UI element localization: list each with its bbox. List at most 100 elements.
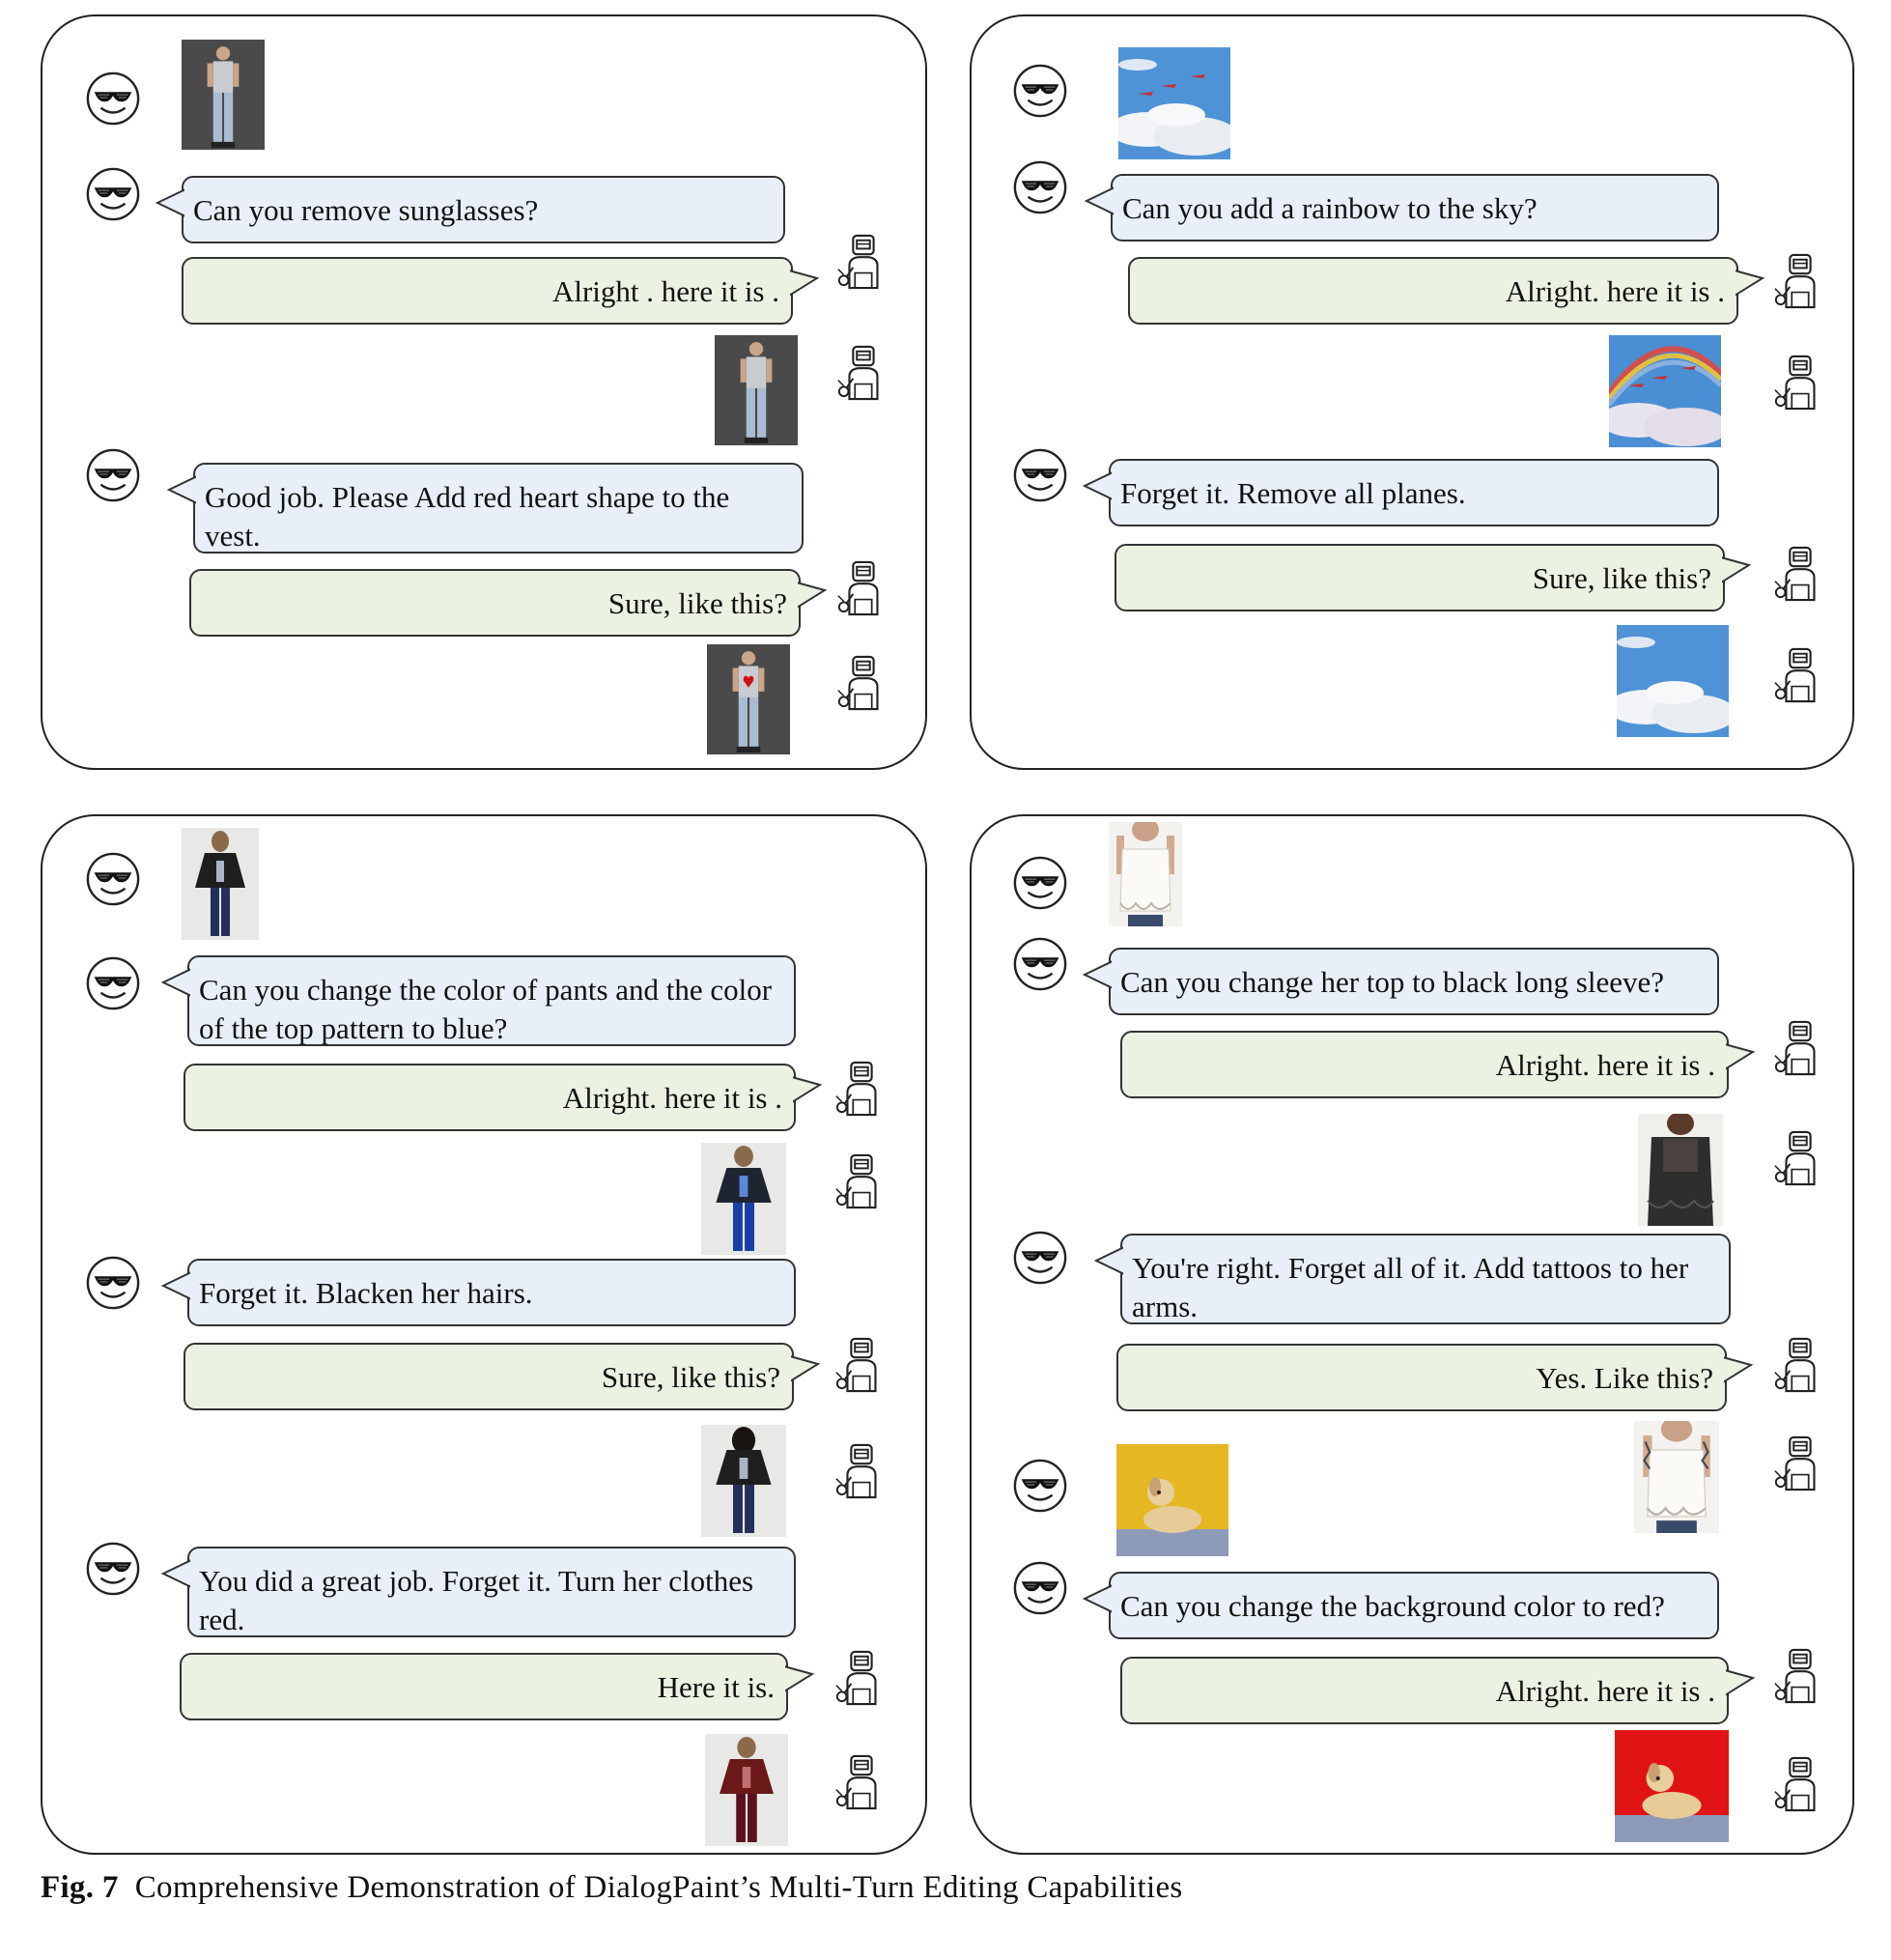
robot-assistant-icon xyxy=(833,1058,889,1118)
message-text: Yes. Like this? xyxy=(1536,1361,1713,1395)
bubble-tail xyxy=(1726,1666,1755,1699)
user-sunglasses-icon xyxy=(1012,1560,1068,1616)
input-image-woman xyxy=(182,828,259,940)
robot-assistant-icon xyxy=(1771,1017,1827,1077)
bubble-tail xyxy=(1083,1581,1112,1614)
robot-assistant-icon xyxy=(834,557,890,617)
user-sunglasses-icon xyxy=(85,166,141,222)
robot-assistant-icon xyxy=(833,1334,889,1394)
robot-assistant-icon xyxy=(1771,352,1827,412)
user-message: Can you change the color of pants and th… xyxy=(187,955,796,1046)
user-sunglasses-icon xyxy=(85,447,141,503)
output-image-woman-red xyxy=(705,1734,788,1846)
user-message: Good job. Please Add red heart shape to … xyxy=(193,463,804,554)
robot-assistant-icon xyxy=(1771,1753,1827,1813)
user-message: Forget it. Blacken her hairs. xyxy=(187,1259,796,1326)
output-image-sky-rainbow xyxy=(1609,335,1721,447)
user-sunglasses-icon xyxy=(1012,447,1068,503)
bubble-tail xyxy=(161,1268,190,1301)
assistant-message: Alright . here it is . xyxy=(182,257,793,325)
panel-bottom-left: Can you change the color of pants and th… xyxy=(41,814,927,1855)
output-image-lace-tattoo xyxy=(1634,1421,1719,1533)
assistant-message: Sure, like this? xyxy=(1115,544,1725,611)
user-sunglasses-icon xyxy=(85,1255,141,1311)
assistant-message: Here it is. xyxy=(180,1653,788,1720)
user-sunglasses-icon xyxy=(85,1541,141,1597)
user-message: Can you change the background color to r… xyxy=(1109,1572,1719,1639)
robot-assistant-icon xyxy=(834,231,890,291)
assistant-message: Sure, like this? xyxy=(189,569,801,637)
bubble-tail xyxy=(785,1662,814,1695)
input-image-man xyxy=(182,40,265,150)
user-sunglasses-icon xyxy=(85,955,141,1011)
robot-assistant-icon xyxy=(1771,543,1827,603)
assistant-message: Yes. Like this? xyxy=(1116,1344,1727,1411)
robot-assistant-icon xyxy=(833,1150,889,1210)
message-text: Can you change the background color to r… xyxy=(1120,1589,1665,1623)
user-sunglasses-icon xyxy=(1012,63,1068,119)
message-text: Forget it. Remove all planes. xyxy=(1120,476,1466,510)
bubble-tail xyxy=(1094,1243,1123,1276)
user-sunglasses-icon xyxy=(85,851,141,907)
message-text: Can you change the color of pants and th… xyxy=(199,973,773,1045)
message-text: Good job. Please Add red heart shape to … xyxy=(205,480,730,553)
assistant-message: Alright. here it is . xyxy=(1120,1657,1729,1724)
assistant-message: Alright. here it is . xyxy=(183,1064,796,1131)
message-text: Alright. here it is . xyxy=(1495,1048,1715,1082)
output-image-man-heart xyxy=(707,644,790,754)
user-message: Can you remove sunglasses? xyxy=(182,176,785,243)
panel-top-right: Can you add a rainbow to the sky? Alrigh… xyxy=(970,14,1854,770)
robot-assistant-icon xyxy=(1771,1127,1827,1187)
bubble-tail xyxy=(155,185,184,218)
message-text: Alright . here it is . xyxy=(551,274,779,308)
message-text: Sure, like this? xyxy=(1532,561,1711,595)
robot-assistant-icon xyxy=(833,1751,889,1811)
output-image-man xyxy=(715,335,798,445)
bubble-tail xyxy=(1083,469,1112,501)
assistant-message: Alright. here it is . xyxy=(1128,257,1738,325)
user-message: Can you add a rainbow to the sky? xyxy=(1111,174,1719,241)
bubble-tail xyxy=(1083,957,1112,990)
robot-assistant-icon xyxy=(833,1647,889,1707)
message-text: Alright. here it is . xyxy=(562,1081,782,1115)
output-image-black-top xyxy=(1638,1114,1723,1226)
bubble-tail xyxy=(1724,1353,1753,1386)
bubble-tail xyxy=(1726,1040,1755,1073)
message-text: Can you add a rainbow to the sky? xyxy=(1122,191,1538,225)
bubble-tail xyxy=(793,1073,822,1106)
bubble-tail xyxy=(1085,184,1114,216)
message-text: Forget it. Blacken her hairs. xyxy=(199,1276,533,1310)
input-image-lace-top xyxy=(1109,822,1182,926)
robot-assistant-icon xyxy=(834,342,890,402)
output-image-woman-blue xyxy=(701,1143,786,1255)
robot-assistant-icon xyxy=(1771,1334,1827,1394)
bubble-tail xyxy=(798,579,827,611)
user-message: Forget it. Remove all planes. xyxy=(1109,459,1719,526)
user-sunglasses-icon xyxy=(85,71,141,127)
message-text: Sure, like this? xyxy=(607,586,787,620)
message-text: Sure, like this? xyxy=(601,1360,780,1394)
panel-bottom-right: Can you change her top to black long sle… xyxy=(970,814,1854,1855)
user-sunglasses-icon xyxy=(1012,159,1068,215)
bubble-tail xyxy=(791,1352,820,1385)
user-sunglasses-icon xyxy=(1012,936,1068,992)
user-message: You did a great job. Forget it. Turn her… xyxy=(187,1547,796,1637)
figure-label: Fig. 7 xyxy=(41,1870,119,1905)
output-image-woman-darkhair xyxy=(701,1425,786,1537)
assistant-message: Alright. here it is . xyxy=(1120,1031,1729,1098)
figure-caption-text: Comprehensive Demonstration of DialogPai… xyxy=(134,1870,1183,1905)
input-image-dog xyxy=(1116,1444,1228,1556)
bubble-tail xyxy=(1722,554,1751,586)
user-sunglasses-icon xyxy=(1012,1458,1068,1514)
user-sunglasses-icon xyxy=(1012,1230,1068,1286)
message-text: Can you change her top to black long sle… xyxy=(1120,965,1664,999)
message-text: You're right. Forget all of it. Add tatt… xyxy=(1132,1251,1689,1323)
assistant-message: Sure, like this? xyxy=(183,1343,794,1410)
bubble-tail xyxy=(161,965,190,998)
robot-assistant-icon xyxy=(833,1440,889,1500)
robot-assistant-icon xyxy=(834,652,890,712)
bubble-tail xyxy=(1736,267,1764,299)
bubble-tail xyxy=(790,267,819,299)
message-text: Can you remove sunglasses? xyxy=(193,193,539,227)
output-image-sky xyxy=(1617,625,1729,737)
